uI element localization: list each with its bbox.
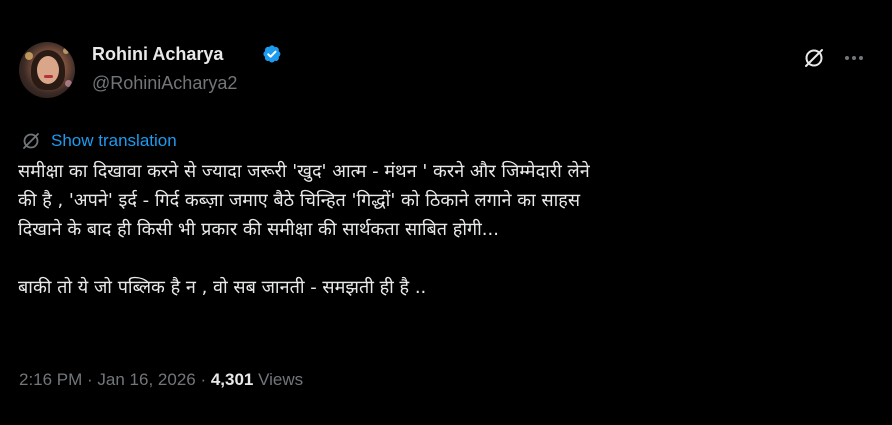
tweet-text-line: समीक्षा का दिखावा करने से ज्यादा जरूरी '… [18, 161, 590, 182]
author-handle[interactable]: @RohiniAcharya2 [92, 73, 237, 94]
views-count: 4,301 [210, 370, 254, 389]
meta-separator: · [195, 370, 211, 389]
tweet-date[interactable]: Jan 16, 2026 [97, 370, 195, 389]
meta-separator: · [82, 370, 98, 389]
author-display-name[interactable]: Rohini Acharya [92, 44, 223, 65]
more-icon[interactable] [842, 46, 866, 70]
grok-icon[interactable] [802, 46, 826, 70]
avatar[interactable] [19, 42, 75, 98]
verified-badge-icon [263, 45, 281, 63]
avatar-bokeh [25, 52, 33, 60]
tweet-meta: 2:16 PM · Jan 16, 2026 · 4,301 Views [19, 370, 303, 390]
avatar-bokeh [63, 48, 69, 54]
tweet-time[interactable]: 2:16 PM [19, 370, 82, 389]
show-translation-link[interactable]: Show translation [21, 130, 177, 152]
tweet-text-line: की है , 'अपने' इर्द - गिर्द कब्ज़ा जमाए … [18, 190, 580, 211]
avatar-bokeh [65, 80, 72, 87]
show-translation-label[interactable]: Show translation [51, 131, 177, 151]
translate-icon [23, 133, 39, 149]
avatar-lip [44, 75, 53, 78]
avatar-face [37, 56, 59, 84]
tweet-text: समीक्षा का दिखावा करने से ज्यादा जरूरी '… [18, 157, 878, 302]
views-label: Views [253, 370, 304, 389]
tweet-text-line: बाकी तो ये जो पब्लिक है न , वो सब जानती … [18, 277, 427, 298]
tweet-text-line: दिखाने के बाद ही किसी भी प्रकार की समीक्… [18, 219, 499, 240]
